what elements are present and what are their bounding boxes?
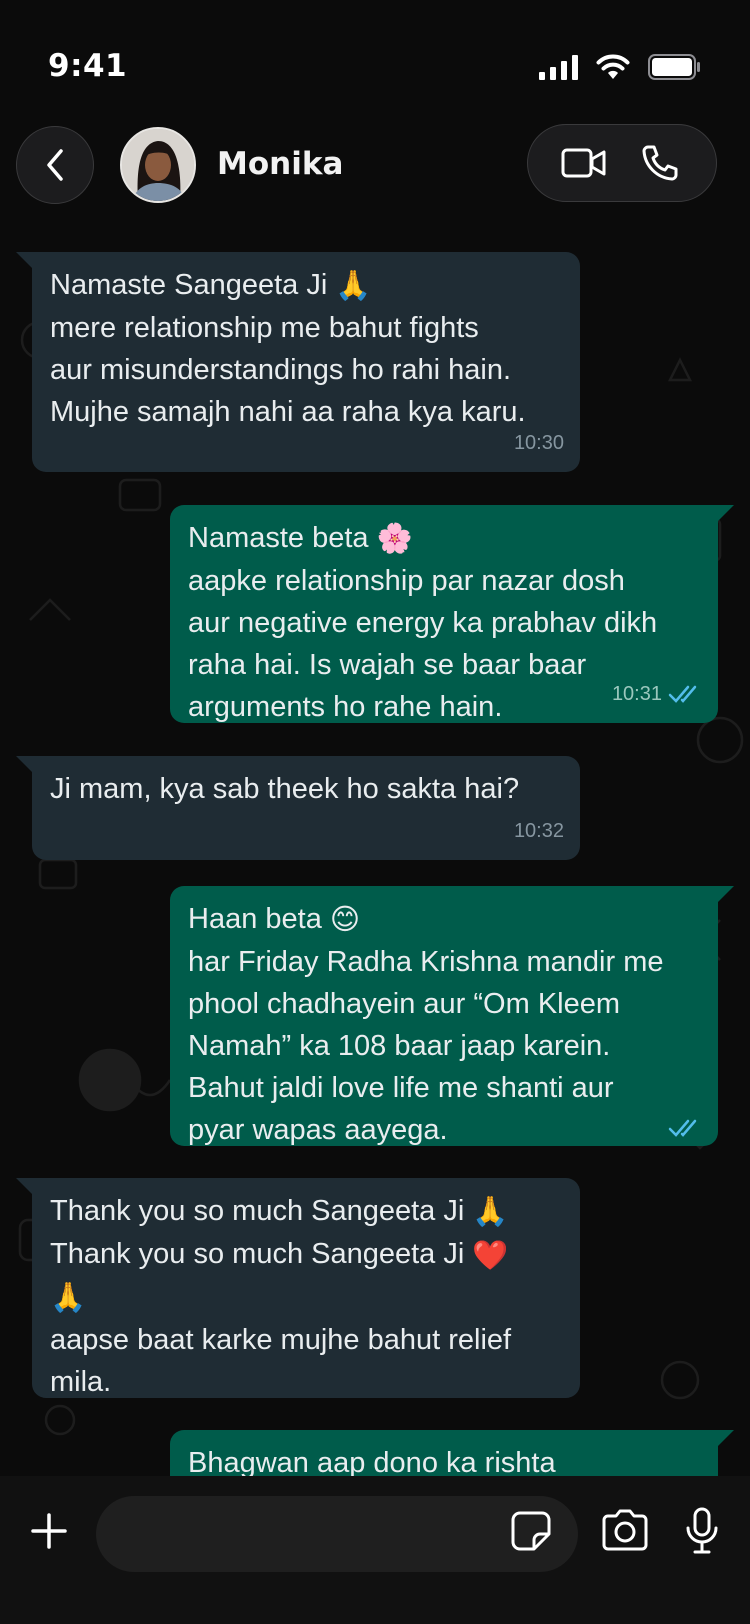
message-timestamp: 10:31 (611, 683, 662, 705)
message-text: aapse baat karke mujhe bahut relief (50, 1323, 512, 1356)
double-check-read-icon (668, 1119, 697, 1137)
message-outgoing[interactable]: Namaste beta 🌸 aapke relationship par naz… (170, 505, 734, 723)
avatar-photo (122, 129, 194, 201)
folded-hands-emoji: 🙏 (335, 270, 372, 303)
message-text: Thank you so much Sangeeta Ji (50, 1238, 465, 1271)
video-call-button[interactable] (554, 133, 614, 193)
message-text: mere relationship me bahut fights (50, 312, 479, 345)
message-text: mila. (50, 1365, 112, 1398)
back-button[interactable] (16, 126, 94, 204)
microphone-button[interactable] (684, 1506, 720, 1556)
message-timestamp: 10:32 (513, 820, 564, 842)
message-meta: 10:31 (612, 673, 702, 715)
message-text: 🙏 (50, 1281, 87, 1314)
sticker-button[interactable] (510, 1510, 556, 1556)
message-incoming[interactable]: Namaste Sangeeta Ji 🙏 mere relationship m… (16, 252, 580, 472)
message-text: Namah” ka 108 baar jaap karein. (188, 1030, 611, 1063)
plus-icon (31, 1513, 67, 1549)
battery-icon (648, 54, 702, 80)
message-meta (668, 1118, 702, 1138)
message-outgoing[interactable]: Haan beta 😊 har Friday Radha Krishna mand… (170, 886, 734, 1146)
chat-header: Monika (0, 120, 750, 220)
message-text: Haan beta (188, 903, 322, 935)
video-call-icon (561, 148, 606, 178)
double-check-read-icon (668, 685, 697, 703)
sticker-icon (511, 1511, 551, 1551)
message-text: Bahut jaldi love life me shanti aur (188, 1072, 614, 1105)
message-text: har Friday Radha Krishna mandir me (188, 946, 664, 979)
message-timestamp: 10:30 (513, 432, 564, 454)
status-bar: 9:41 (0, 0, 750, 120)
camera-button[interactable] (600, 1508, 650, 1554)
message-text: phool chadhayein aur “Om Kleem (188, 988, 621, 1021)
message-input[interactable] (96, 1496, 578, 1572)
call-actions (527, 124, 717, 202)
contact-name[interactable]: Monika (217, 146, 343, 182)
status-time: 9:41 (48, 48, 128, 84)
message-text: aur negative energy ka prabhav dikh (188, 607, 658, 640)
message-text: aapke relationship par nazar dosh (188, 565, 625, 598)
chat-messages[interactable]: Namaste Sangeeta Ji 🙏 mere relationship m… (0, 220, 750, 1476)
camera-icon (602, 1509, 648, 1551)
message-text: Thank you so much Sangeeta Ji (50, 1195, 465, 1227)
message-text: Bhagwan aap dono ka rishta (188, 1447, 556, 1476)
message-meta: 10:30 (514, 422, 564, 464)
smiling-face-emoji: 😊 (329, 904, 361, 937)
attach-button[interactable] (26, 1508, 72, 1554)
message-incoming[interactable]: Ji mam, kya sab theek ho sakta hai? 10:3… (16, 756, 580, 860)
message-text: Ji mam, kya sab theek ho sakta hai? (50, 773, 520, 805)
message-meta: 10:32 (514, 810, 564, 852)
chevron-left-icon (47, 149, 63, 181)
heart-emoji: ❤️ (472, 1239, 509, 1272)
message-incoming[interactable]: Thank you so much Sangeeta Ji 🙏 Thank you… (16, 1178, 580, 1398)
microphone-icon (686, 1507, 718, 1554)
voice-call-button[interactable] (630, 133, 690, 193)
phone-icon (642, 145, 678, 181)
cherry-blossom-emoji: 🌸 (376, 523, 413, 556)
message-outgoing[interactable]: Bhagwan aap dono ka rishta (170, 1430, 734, 1476)
contact-avatar[interactable] (120, 127, 196, 203)
status-icons (539, 54, 702, 80)
cellular-signal-icon (539, 54, 578, 80)
message-text: Mujhe samajh nahi aa raha kya karu. (50, 396, 526, 429)
wifi-icon (596, 54, 630, 80)
message-text: Namaste Sangeeta Ji (50, 269, 328, 301)
message-text: pyar wapas aayega. (188, 1114, 448, 1147)
message-text: Namaste beta (188, 522, 369, 554)
message-composer (0, 1476, 750, 1624)
message-text: aur misunderstandings ho rahi hain. (50, 354, 512, 387)
folded-hands-emoji: 🙏 (472, 1196, 509, 1229)
